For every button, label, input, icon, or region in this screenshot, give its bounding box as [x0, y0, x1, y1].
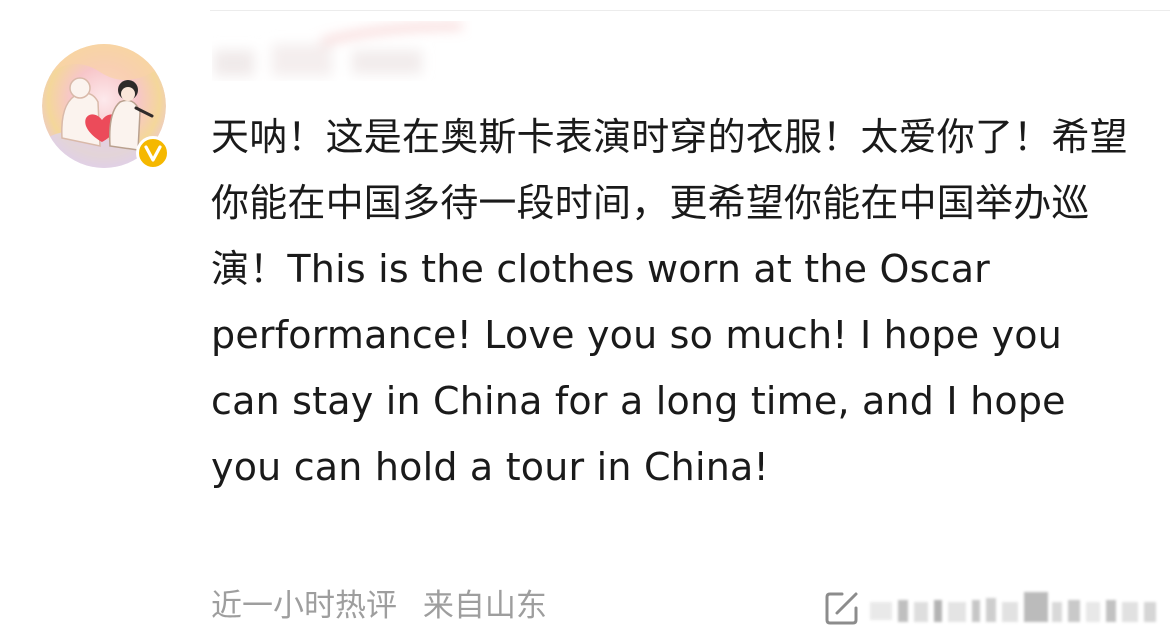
verified-badge-icon: [136, 136, 170, 170]
comment-text: 天呐！这是在奥斯卡表演时穿的衣服！太爱你了！希望你能在中国多待一段时间，更希望你…: [211, 115, 1128, 489]
top-divider: [210, 10, 1170, 11]
username-redacted[interactable]: [212, 20, 472, 90]
user-avatar[interactable]: [40, 42, 170, 170]
share-icon[interactable]: [822, 588, 862, 628]
redacted-actions[interactable]: [866, 588, 1166, 632]
time-label: 近一小时热评: [211, 588, 397, 624]
comment-meta: 近一小时热评 来自山东: [211, 586, 547, 626]
location-label: 来自山东: [422, 588, 547, 624]
